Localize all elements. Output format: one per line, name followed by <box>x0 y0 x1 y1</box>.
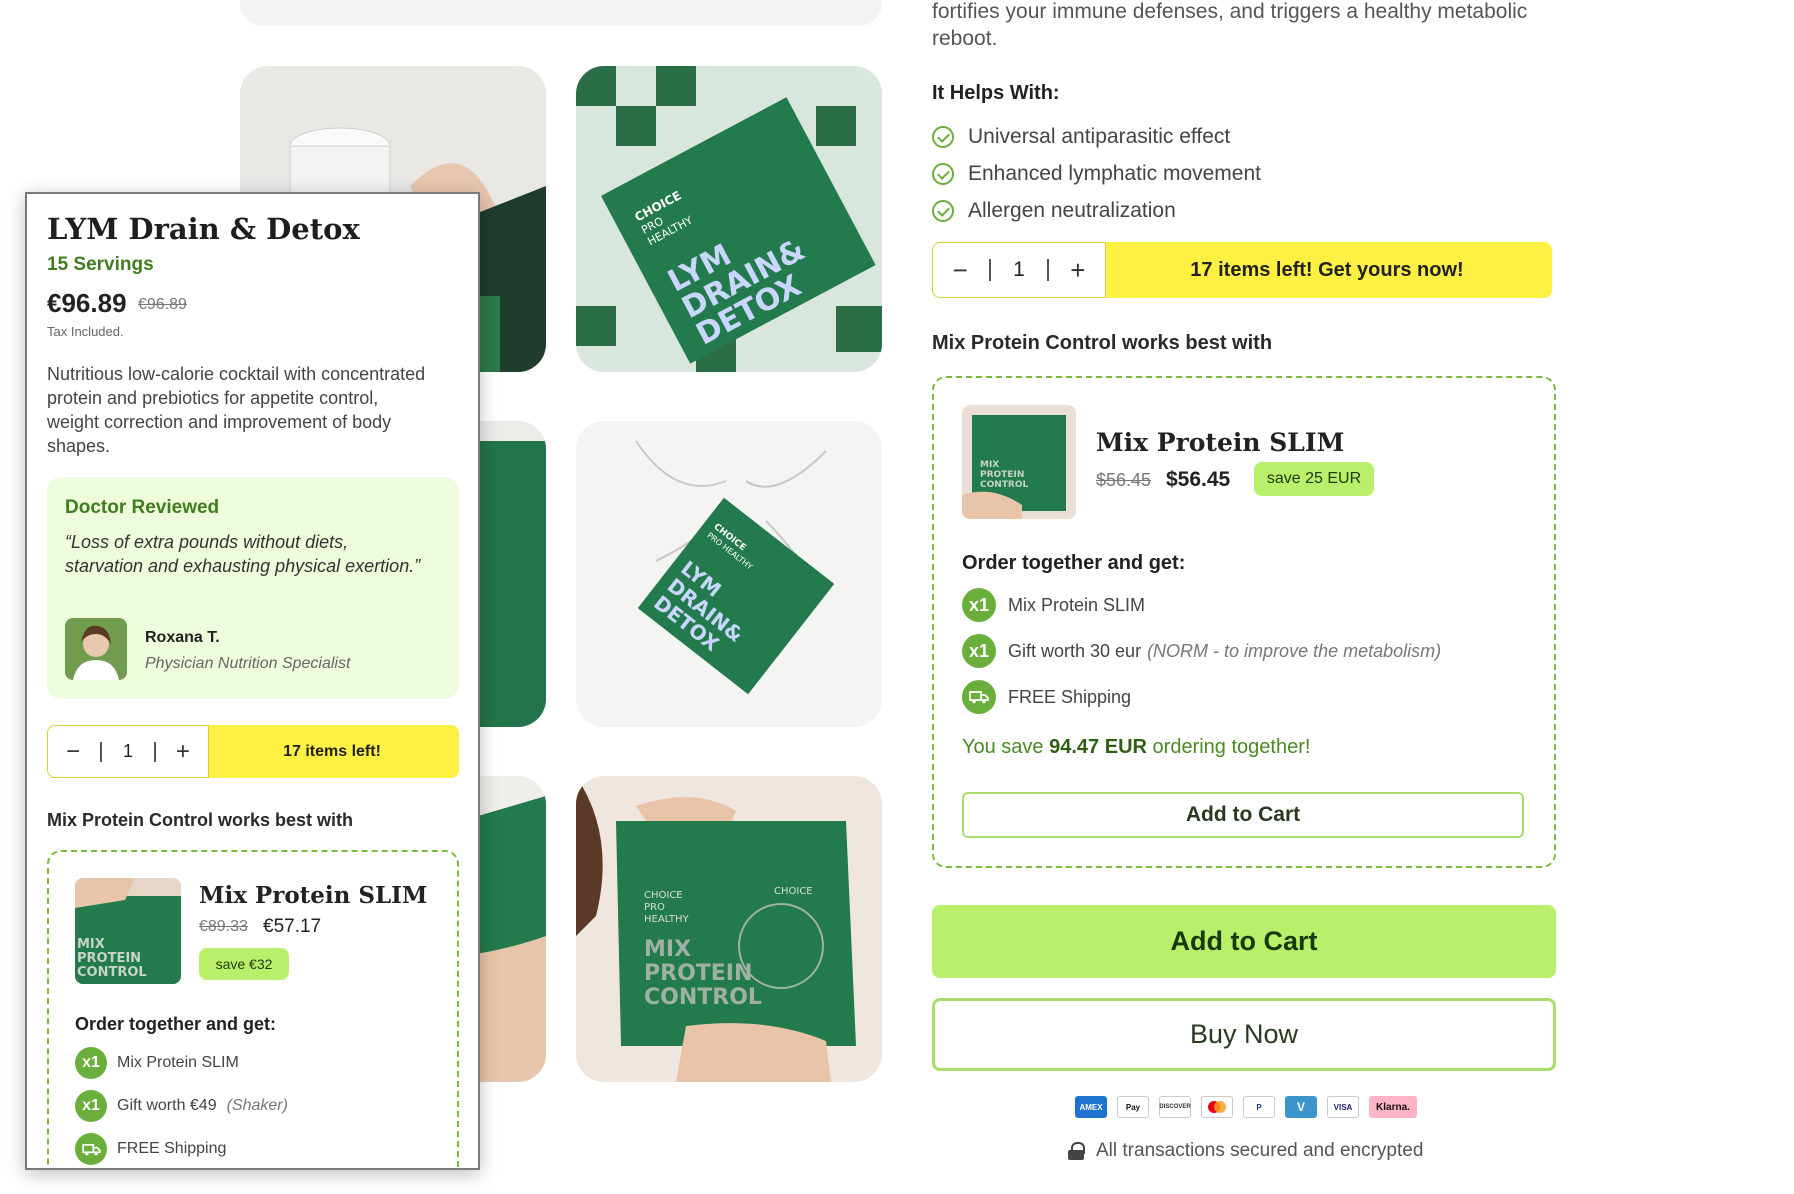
svg-text:CONTROL: CONTROL <box>644 985 762 1010</box>
payment-methods: AMEX Pay DISCOVER P V VISA Klarna. <box>1075 1096 1417 1118</box>
popup-product-title: LYM Drain & Detox <box>47 212 360 246</box>
popup-save-badge: save €32 <box>199 948 289 980</box>
svg-text:CHOICE: CHOICE <box>644 890 683 901</box>
bundle-product-name: Mix Protein SLIM <box>1096 428 1345 457</box>
mastercard-icon <box>1201 1096 1233 1118</box>
apple-pay-icon: Pay <box>1117 1096 1149 1118</box>
secured-note: All transactions secured and encrypted <box>1068 1140 1423 1162</box>
gallery-image-lym-box[interactable]: CHOICE PRO HEALTHY LYM DRAIN& DETOX <box>576 66 882 372</box>
svg-text:PROTEIN: PROTEIN <box>77 951 141 966</box>
popup-stock-banner: 17 items left! <box>205 725 459 778</box>
you-save-text: You save 94.47 EUR ordering together! <box>962 736 1311 758</box>
save-badge: save 25 EUR <box>1254 462 1374 496</box>
check-circle-icon <box>932 125 954 148</box>
popup-works-best-title: Mix Protein Control works best with <box>47 810 354 830</box>
qty-value[interactable]: 1 <box>995 258 1043 282</box>
gallery-image-lym-splash[interactable]: CHOICE PRO HEALTHY LYM DRAIN& DETOX <box>576 421 882 727</box>
helps-item: Enhanced lymphatic movement <box>932 155 1261 192</box>
check-circle-icon <box>932 162 954 185</box>
reviewer-role: Physician Nutrition Specialist <box>145 655 351 672</box>
perk-note: (Shaker) <box>226 1097 288 1114</box>
bundle-product-image: MIX PROTEIN CONTROL <box>962 405 1076 519</box>
svg-text:PRO: PRO <box>644 902 665 913</box>
svg-text:CHOICE: CHOICE <box>774 886 813 897</box>
svg-text:PROTEIN: PROTEIN <box>980 470 1024 480</box>
perk-item: x1 Gift worth 30 eur (NORM - to improve … <box>962 634 1441 668</box>
popup-quantity-row: − 1 + 17 items left! <box>47 725 459 778</box>
qty-divider <box>154 741 156 762</box>
popup-description: Nutritious low-calorie cocktail with con… <box>47 364 426 456</box>
svg-text:MIX: MIX <box>77 937 105 952</box>
qty-minus-button[interactable]: − <box>935 255 985 286</box>
helps-item: Allergen neutralization <box>932 192 1261 229</box>
popup-order-together-title: Order together and get: <box>75 1014 277 1034</box>
popup-compare-price: €96.89 <box>138 296 187 313</box>
venmo-icon: V <box>1285 1096 1317 1118</box>
truck-icon <box>962 680 996 714</box>
quantity-row: − 1 + 17 items left! Get yours now! <box>932 242 1552 298</box>
popup-bundle-name: Mix Protein SLIM <box>199 882 428 909</box>
popup-perk-item: FREE Shipping <box>75 1133 226 1165</box>
doctor-review-card: Doctor Reviewed “Loss of extra pounds wi… <box>47 477 459 699</box>
qty-divider <box>989 259 991 281</box>
popup-qty-value[interactable]: 1 <box>106 741 150 762</box>
review-title: Doctor Reviewed <box>65 497 220 518</box>
visa-icon: VISA <box>1327 1096 1359 1118</box>
svg-text:HEALTHY: HEALTHY <box>644 914 690 925</box>
lock-icon <box>1068 1142 1085 1160</box>
order-together-title: Order together and get: <box>962 552 1186 574</box>
quantity-badge: x1 <box>75 1047 107 1079</box>
svg-text:MIX: MIX <box>644 937 691 962</box>
popup-quantity-stepper: − 1 + <box>47 725 209 778</box>
review-quote: “Loss of extra pounds without diets, sta… <box>65 532 421 576</box>
truck-icon <box>75 1133 107 1165</box>
bundle-new-price: $56.45 <box>1166 468 1231 491</box>
search-bar <box>240 0 882 26</box>
popup-servings: 15 Servings <box>47 254 154 275</box>
svg-text:CONTROL: CONTROL <box>980 480 1029 490</box>
quantity-stepper: − 1 + <box>932 242 1106 298</box>
reviewer-name: Roxana T. <box>145 629 220 646</box>
gallery-image-mix-protein[interactable]: CHOICE PRO HEALTHY CHOICE MIX PROTEIN CO… <box>576 776 882 1082</box>
buy-now-button[interactable]: Buy Now <box>932 998 1556 1071</box>
helps-item: Universal antiparasitic effect <box>932 118 1261 155</box>
paypal-icon: P <box>1243 1096 1275 1118</box>
svg-text:CONTROL: CONTROL <box>77 965 147 980</box>
qty-divider <box>1047 259 1049 281</box>
reviewer-avatar <box>65 618 127 680</box>
stock-banner: 17 items left! Get yours now! <box>1102 242 1552 298</box>
popup-perk-item: x1 Gift worth €49 (Shaker) <box>75 1090 288 1122</box>
popup-bundle-new-price: €57.17 <box>263 916 322 937</box>
popup-price: €96.89 <box>47 288 127 318</box>
quantity-badge: x1 <box>962 588 996 622</box>
svg-text:PROTEIN: PROTEIN <box>644 961 752 986</box>
popup-bundle-old-price: €89.33 <box>199 918 248 935</box>
product-quick-view-popup: LYM Drain & Detox 15 Servings €96.89 €96… <box>25 192 480 1170</box>
perk-note: (NORM - to improve the metabolism) <box>1147 640 1442 661</box>
product-description: fortifies your immune defenses, and trig… <box>932 0 1528 50</box>
quantity-badge: x1 <box>962 634 996 668</box>
check-circle-icon <box>932 199 954 222</box>
svg-text:MIX: MIX <box>980 460 999 470</box>
helps-with-title: It Helps With: <box>932 82 1060 104</box>
add-to-cart-button[interactable]: Add to Cart <box>932 905 1556 978</box>
quantity-badge: x1 <box>75 1090 107 1122</box>
popup-perk-item: x1 Mix Protein SLIM <box>75 1047 239 1079</box>
popup-tax-note: Tax Included. <box>47 324 124 339</box>
popup-qty-plus-button[interactable]: + <box>160 738 206 766</box>
perk-item: FREE Shipping <box>962 680 1131 714</box>
klarna-icon: Klarna. <box>1369 1096 1417 1118</box>
bundle-add-to-cart-button[interactable]: Add to Cart <box>962 792 1524 838</box>
bundle-old-price: $56.45 <box>1096 470 1152 490</box>
qty-divider <box>100 741 102 762</box>
perk-item: x1 Mix Protein SLIM <box>962 588 1145 622</box>
popup-bundle-image: MIX PROTEIN CONTROL <box>75 878 181 984</box>
amex-icon: AMEX <box>1075 1096 1107 1118</box>
popup-qty-minus-button[interactable]: − <box>50 738 96 766</box>
works-best-title: Mix Protein Control works best with <box>932 332 1273 354</box>
qty-plus-button[interactable]: + <box>1053 255 1103 286</box>
discover-icon: DISCOVER <box>1159 1096 1191 1118</box>
helps-with-list: Universal antiparasitic effect Enhanced … <box>932 118 1261 229</box>
